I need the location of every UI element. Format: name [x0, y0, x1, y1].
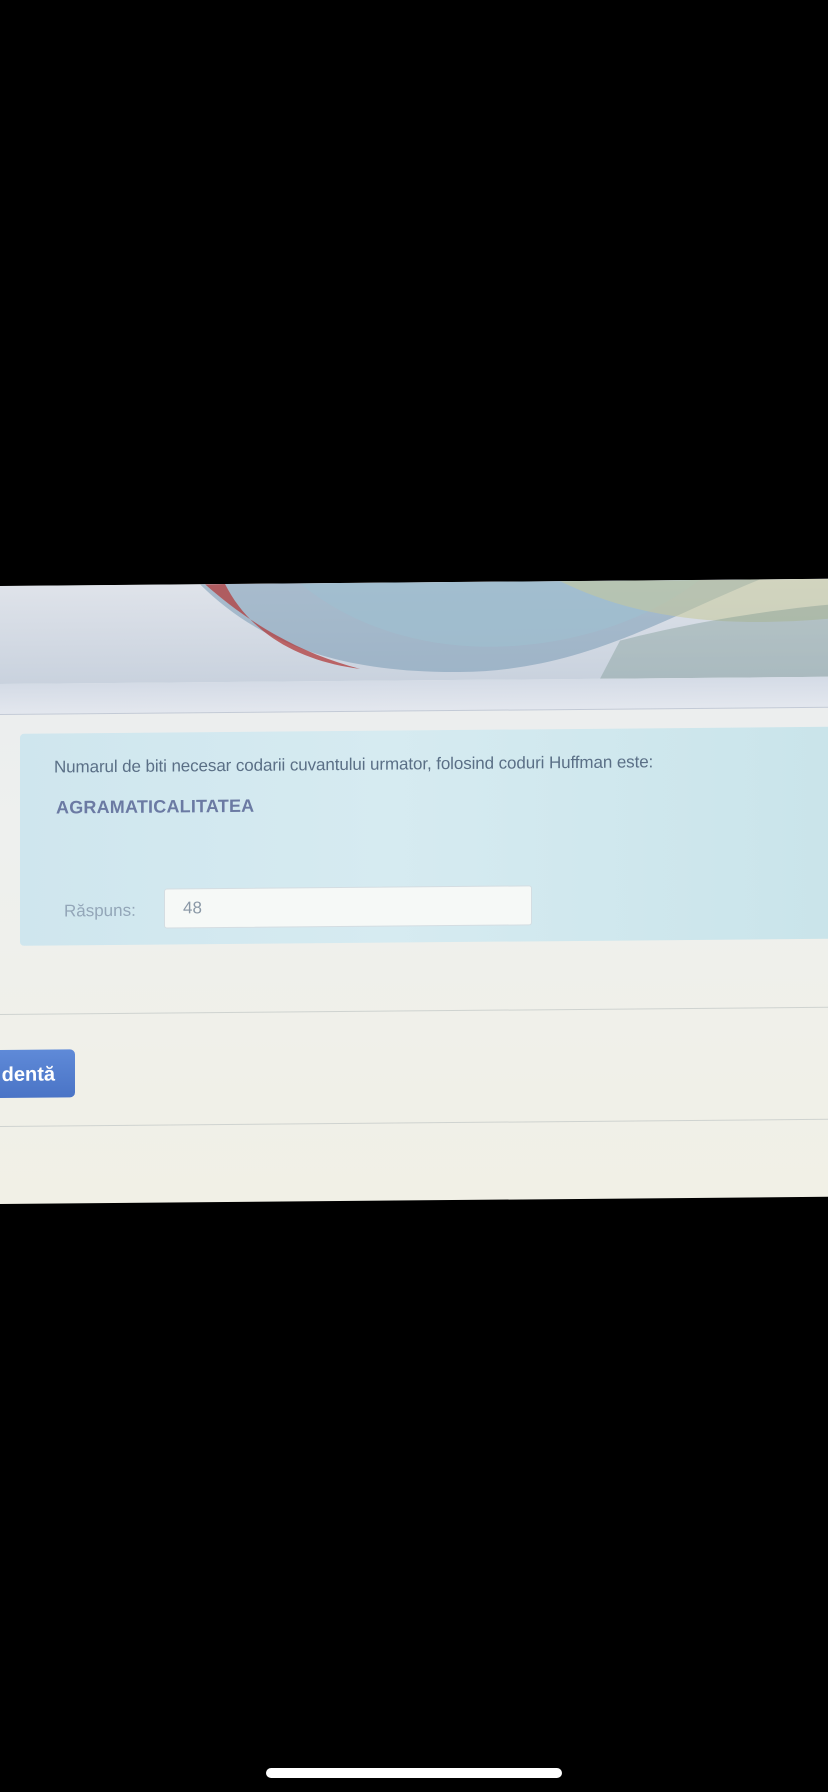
- section-divider: [0, 1006, 828, 1015]
- previous-button[interactable]: dentă: [0, 1049, 75, 1099]
- answer-input[interactable]: [164, 885, 532, 929]
- question-word: AGRAMATICALITATEA: [56, 795, 255, 818]
- footer-divider: [0, 1118, 828, 1127]
- answer-label: Răspuns:: [64, 900, 136, 921]
- home-indicator: [266, 1768, 562, 1778]
- banner-swoosh-graphic: [200, 578, 828, 679]
- screen-photo: Numarul de biti necesar codarii cuvantul…: [0, 578, 828, 1204]
- header-banner: [0, 578, 828, 684]
- question-prompt: Numarul de biti necesar codarii cuvantul…: [54, 752, 654, 777]
- photo-frame: Numarul de biti necesar codarii cuvantul…: [0, 0, 828, 1792]
- navigation-strip: [0, 676, 828, 715]
- question-box: Numarul de biti necesar codarii cuvantul…: [20, 726, 828, 946]
